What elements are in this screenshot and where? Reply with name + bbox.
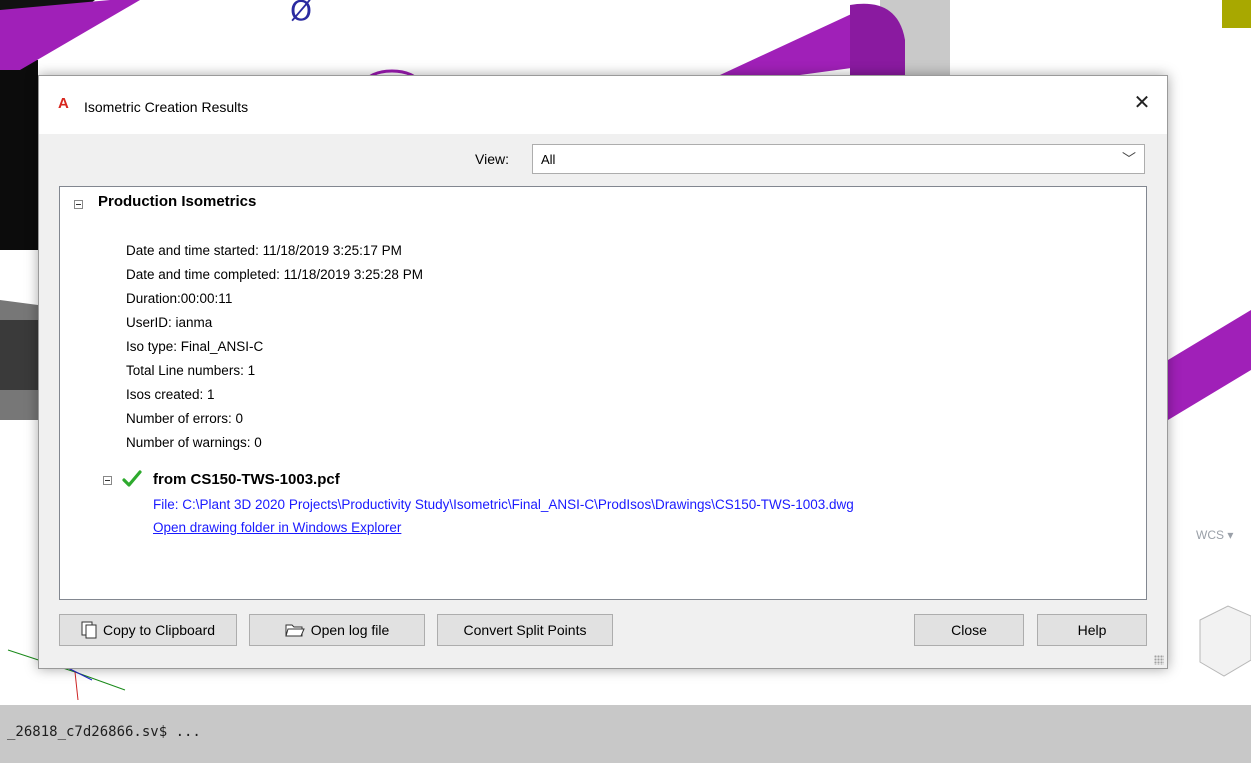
info-isos-created: Isos created: 1 bbox=[126, 387, 215, 402]
svg-text:Ø: Ø bbox=[290, 0, 312, 27]
open-log-file-button[interactable]: Open log file bbox=[249, 614, 425, 646]
clipboard-icon bbox=[81, 621, 97, 639]
dialog-titlebar[interactable]: A Isometric Creation Results ✕ bbox=[39, 76, 1167, 134]
collapse-icon[interactable] bbox=[103, 476, 112, 485]
resize-grip-icon[interactable] bbox=[1154, 655, 1164, 665]
close-button[interactable]: Close bbox=[914, 614, 1024, 646]
checkmark-icon bbox=[122, 470, 142, 487]
view-dropdown[interactable]: All ﹀ bbox=[532, 144, 1145, 174]
wcs-indicator[interactable]: WCS ▾ bbox=[1196, 528, 1233, 542]
help-button[interactable]: Help bbox=[1037, 614, 1147, 646]
info-iso-type: Iso type: Final_ANSI-C bbox=[126, 339, 264, 354]
view-label: View: bbox=[475, 151, 509, 167]
convert-split-points-button[interactable]: Convert Split Points bbox=[437, 614, 613, 646]
pcf-title: from CS150-TWS-1003.pcf bbox=[153, 471, 340, 488]
dialog-title: Isometric Creation Results bbox=[84, 99, 249, 115]
open-log-label: Open log file bbox=[310, 622, 390, 638]
info-list: Date and time started: 11/18/2019 3:25:1… bbox=[126, 239, 423, 455]
help-label: Help bbox=[1077, 622, 1107, 638]
info-duration: Duration:00:00:11 bbox=[126, 291, 233, 306]
close-icon[interactable]: ✕ bbox=[1131, 92, 1153, 114]
copy-to-clipboard-button[interactable]: Copy to Clipboard bbox=[59, 614, 237, 646]
info-errors: Number of errors: 0 bbox=[126, 411, 244, 426]
info-userid: UserID: ianma bbox=[126, 315, 213, 330]
collapse-icon[interactable] bbox=[74, 200, 83, 209]
chevron-down-icon: ﹀ bbox=[1122, 151, 1136, 167]
info-completed: Date and time completed: 11/18/2019 3:25… bbox=[126, 267, 423, 282]
folder-open-icon bbox=[285, 623, 305, 637]
info-started: Date and time started: 11/18/2019 3:25:1… bbox=[126, 243, 402, 258]
convert-label: Convert Split Points bbox=[463, 622, 587, 638]
autocad-a-icon: A bbox=[58, 95, 69, 112]
isometric-results-dialog: A Isometric Creation Results ✕ View: All… bbox=[38, 75, 1168, 669]
view-selected-value: All bbox=[541, 152, 556, 167]
command-line[interactable]: _26818_c7d26866.sv$ ... bbox=[0, 705, 1251, 763]
info-warnings: Number of warnings: 0 bbox=[126, 435, 262, 450]
open-folder-link[interactable]: Open drawing folder in Windows Explorer bbox=[153, 520, 401, 535]
close-label: Close bbox=[951, 622, 987, 638]
results-tree[interactable]: Production Isometrics Date and time star… bbox=[59, 186, 1147, 600]
info-total-lines: Total Line numbers: 1 bbox=[126, 363, 256, 378]
dwg-file-link[interactable]: File: C:\Plant 3D 2020 Projects\Producti… bbox=[153, 497, 854, 512]
copy-label: Copy to Clipboard bbox=[102, 622, 216, 638]
section-title: Production Isometrics bbox=[98, 193, 257, 210]
command-line-text: _26818_c7d26866.sv$ ... bbox=[7, 724, 201, 740]
